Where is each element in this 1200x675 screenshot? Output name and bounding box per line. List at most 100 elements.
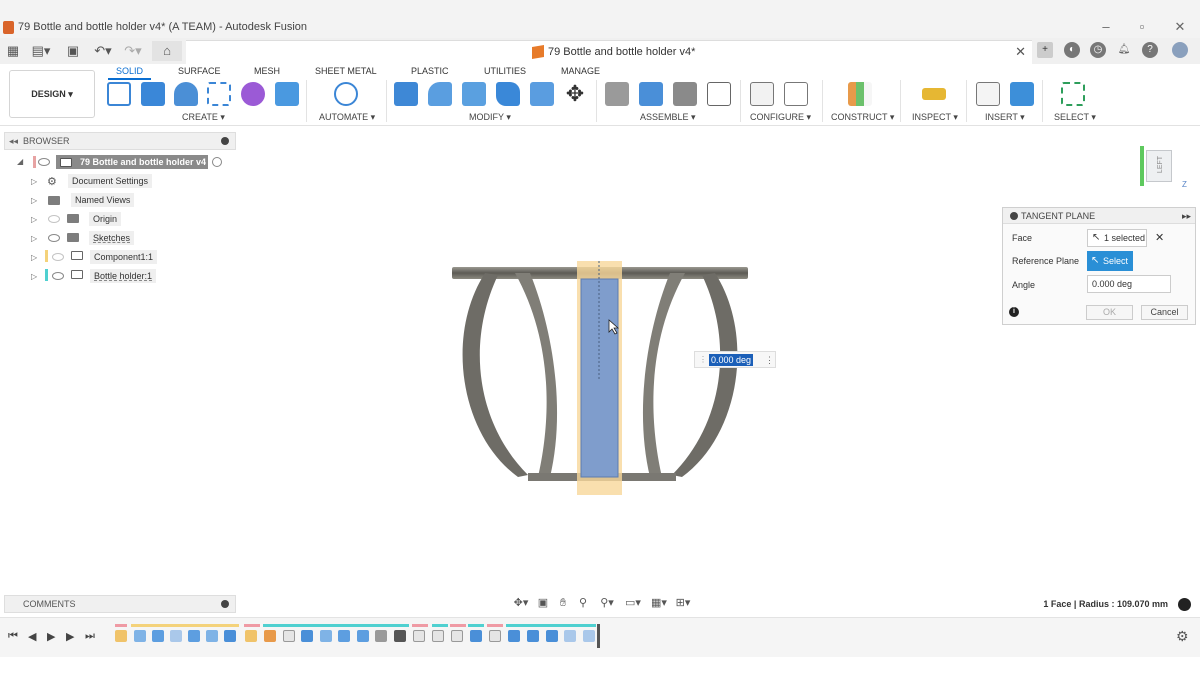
insert-derive-icon[interactable] xyxy=(976,82,1000,106)
file-menu-icon[interactable]: ▤▾ xyxy=(30,43,52,59)
display-settings-icon[interactable]: ▭▾ xyxy=(622,597,644,609)
timeline-feature-icon[interactable] xyxy=(338,630,350,642)
timeline-feature-icon[interactable] xyxy=(508,630,520,642)
create-sketch-icon[interactable] xyxy=(107,82,131,106)
visibility-eye-icon[interactable] xyxy=(52,272,64,280)
timeline-marker[interactable] xyxy=(597,624,600,648)
drag-handle-icon[interactable]: ⋮ xyxy=(699,355,707,364)
box-icon[interactable] xyxy=(275,82,299,106)
timeline-feature-icon[interactable] xyxy=(527,630,539,642)
visibility-eye-icon[interactable] xyxy=(38,158,50,166)
undo-icon[interactable]: ↶▾ xyxy=(92,43,114,59)
document-tab[interactable]: 79 Bottle and bottle holder v4* ✕ xyxy=(186,40,1032,64)
inner-left-rib[interactable] xyxy=(515,273,558,477)
grid-settings-icon[interactable]: ▦▾ xyxy=(648,597,670,609)
timeline-feature-icon[interactable] xyxy=(394,630,406,642)
new-component-icon[interactable] xyxy=(605,82,629,106)
browser-item-component1[interactable]: Component1:1 xyxy=(90,250,158,264)
workspace-switcher[interactable]: DESIGN ▾ xyxy=(9,70,95,118)
window-select-icon[interactable] xyxy=(1061,82,1085,106)
browser-item-document-settings[interactable]: Document Settings xyxy=(68,174,153,188)
angle-manipulator-input[interactable]: ⋮ 0.000 deg ⋮ xyxy=(694,351,776,368)
activate-radio-icon[interactable] xyxy=(212,157,222,167)
extrude-icon[interactable] xyxy=(141,82,165,106)
automate-group-label[interactable]: AUTOMATE ▾ xyxy=(319,112,375,123)
extensions-icon[interactable]: ◐ xyxy=(1064,42,1080,58)
timeline-feature-icon[interactable] xyxy=(206,630,218,642)
inner-right-rib[interactable] xyxy=(642,273,685,477)
combine-icon[interactable] xyxy=(530,82,554,106)
outer-left-rib[interactable] xyxy=(462,273,528,477)
browser-item-origin[interactable]: Origin xyxy=(89,212,122,226)
chamfer-icon[interactable] xyxy=(462,82,486,106)
minimize-icon[interactable]: – xyxy=(1098,20,1114,34)
cancel-button[interactable]: Cancel xyxy=(1141,305,1188,320)
expand-icon[interactable]: ▷ xyxy=(31,272,37,281)
inspect-group-label[interactable]: INSPECT ▾ xyxy=(912,112,958,123)
fillet-icon[interactable] xyxy=(428,82,452,106)
browser-root-item[interactable]: 79 Bottle and bottle holder v4 xyxy=(56,155,208,169)
zoom-icon[interactable]: ⚲ xyxy=(576,597,590,609)
timeline-feature-icon[interactable] xyxy=(224,630,236,642)
pin-icon[interactable] xyxy=(221,600,229,608)
timeline-feature-icon[interactable] xyxy=(432,630,444,642)
construct-group-label[interactable]: CONSTRUCT ▾ xyxy=(831,112,894,123)
expand-icon[interactable]: ▷ xyxy=(31,215,37,224)
timeline-feature-icon[interactable] xyxy=(413,630,425,642)
press-pull-icon[interactable] xyxy=(394,82,418,106)
viewcube[interactable]: LEFT Z xyxy=(1140,146,1187,189)
browser-item-sketches[interactable]: Sketches xyxy=(89,231,135,245)
tab-manage[interactable]: MANAGE xyxy=(561,66,600,76)
go-to-end-icon[interactable]: ⏭︎ xyxy=(85,630,95,643)
shell-icon[interactable] xyxy=(496,82,520,106)
expand-icon[interactable]: ▷ xyxy=(31,234,37,243)
home-icon[interactable]: ⌂ xyxy=(152,41,182,61)
browser-item-named-views[interactable]: Named Views xyxy=(71,193,135,207)
close-window-icon[interactable]: ✕ xyxy=(1172,20,1188,34)
tab-plastic[interactable]: PLASTIC xyxy=(411,66,449,76)
expand-icon[interactable]: ▷ xyxy=(31,253,37,262)
tab-utilities[interactable]: UTILITIES xyxy=(484,66,526,76)
insert-group-label[interactable]: INSERT ▾ xyxy=(985,112,1025,123)
hidden-eye-icon[interactable] xyxy=(52,253,64,261)
timeline-feature-icon[interactable] xyxy=(301,630,313,642)
save-icon[interactable]: ▣ xyxy=(66,43,80,59)
sweep-icon[interactable] xyxy=(207,82,231,106)
tab-mesh[interactable]: MESH xyxy=(254,66,280,76)
new-tab-icon[interactable]: + xyxy=(1037,42,1053,58)
timeline-feature-icon[interactable] xyxy=(357,630,369,642)
timeline-feature-icon[interactable] xyxy=(546,630,558,642)
timeline-feature-icon[interactable] xyxy=(564,630,576,642)
joint-origin-icon[interactable] xyxy=(707,82,731,106)
timeline-feature-icon[interactable] xyxy=(375,630,387,642)
redo-icon[interactable]: ↷▾ xyxy=(122,43,144,59)
maximize-icon[interactable]: ▫ xyxy=(1134,20,1150,34)
face-selector[interactable]: ↖ 1 selected xyxy=(1087,229,1147,247)
expand-icon[interactable]: ▷ xyxy=(31,196,37,205)
timeline-feature-icon[interactable] xyxy=(152,630,164,642)
hidden-eye-icon[interactable] xyxy=(48,215,60,223)
browser-header[interactable]: ◂◂ BROWSER xyxy=(4,132,236,150)
reference-plane-select-button[interactable]: ↖ Select xyxy=(1087,251,1133,271)
angle-input[interactable]: 0.000 deg xyxy=(1087,275,1171,293)
timeline-feature-icon[interactable] xyxy=(264,630,276,642)
notification-bell-icon[interactable]: 🔔︎ xyxy=(1116,42,1132,58)
app-grid-icon[interactable]: ▦ xyxy=(6,43,20,59)
timeline-feature-icon[interactable] xyxy=(134,630,146,642)
visibility-eye-icon[interactable] xyxy=(48,234,60,242)
info-icon[interactable]: i xyxy=(1009,307,1019,317)
timeline-feature-icon[interactable] xyxy=(489,630,501,642)
viewports-icon[interactable]: ⊞▾ xyxy=(672,597,694,609)
timeline-feature-icon[interactable] xyxy=(283,630,295,642)
user-avatar[interactable] xyxy=(1172,42,1188,58)
expand-root-icon[interactable]: ◢ xyxy=(17,157,23,166)
orbit-icon[interactable]: ✥▾ xyxy=(510,597,532,609)
collapse-panel-icon[interactable]: ◂◂ xyxy=(9,133,18,149)
assemble-group-label[interactable]: ASSEMBLE ▾ xyxy=(640,112,696,123)
go-to-start-icon[interactable]: ⏮︎ xyxy=(8,630,18,643)
timeline-feature-icon[interactable] xyxy=(170,630,182,642)
feedback-icon[interactable] xyxy=(1178,598,1191,611)
select-group-label[interactable]: SELECT ▾ xyxy=(1054,112,1096,123)
create-group-label[interactable]: CREATE ▾ xyxy=(182,112,225,123)
timeline-feature-icon[interactable] xyxy=(320,630,332,642)
